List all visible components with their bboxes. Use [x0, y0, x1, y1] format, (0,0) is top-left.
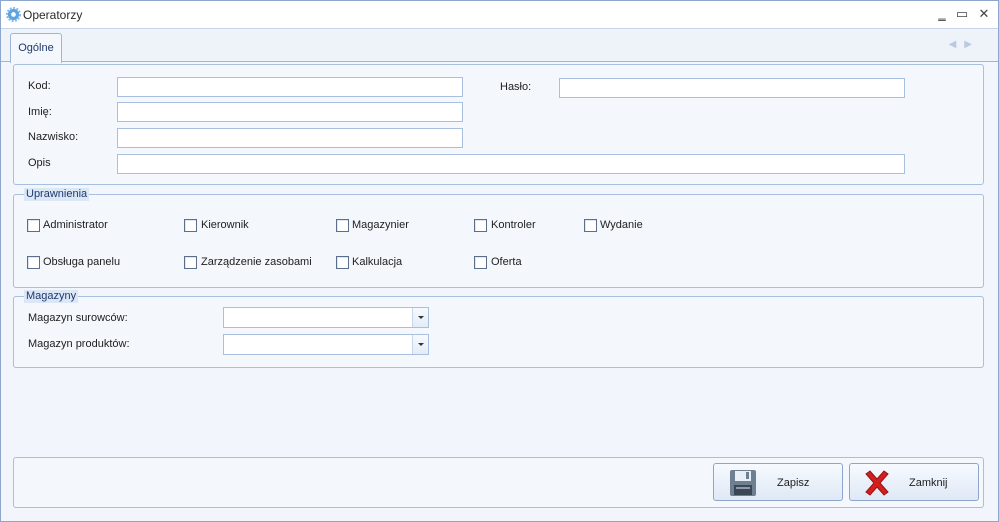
kod-label: Kod: [28, 80, 51, 92]
checkbox-label[interactable]: Magazynier [352, 219, 409, 231]
haslo-label: Hasło: [500, 81, 532, 93]
uprawnienia-caption: Uprawnienia [24, 188, 90, 201]
red-x-icon [865, 470, 889, 496]
checkbox-label[interactable]: Kierownik [201, 219, 249, 231]
checkbox-magazynier[interactable] [336, 219, 349, 232]
chevron-down-icon[interactable] [412, 308, 428, 327]
basic-info-panel: Kod: Hasło: Imię: Nazwisko: Opis [13, 64, 984, 185]
close-label: Zamknij [909, 477, 948, 489]
opis-label: Opis [28, 157, 51, 169]
nazwisko-label: Nazwisko: [28, 131, 79, 143]
checkbox-label[interactable]: Oferta [491, 256, 522, 268]
checkbox-kalkulacja[interactable] [336, 256, 349, 269]
checkbox-administrator[interactable] [27, 219, 40, 232]
checkbox-zarzadzenie-zasobami[interactable] [184, 256, 197, 269]
imie-label: Imię: [28, 106, 52, 118]
checkbox-label[interactable]: Kalkulacja [352, 256, 402, 268]
checkbox-kierownik[interactable] [184, 219, 197, 232]
magazyny-caption: Magazyny [24, 290, 79, 303]
kod-field[interactable] [117, 77, 463, 97]
save-label: Zapisz [777, 477, 810, 489]
magazyn-produktow-select[interactable] [223, 334, 429, 355]
tab-ogolne[interactable]: Ogólne [10, 33, 62, 63]
checkbox-label[interactable]: Administrator [43, 219, 108, 231]
uprawnienia-group: Uprawnienia Administrator Kierownik Maga… [13, 188, 984, 288]
save-button[interactable]: Zapisz [713, 463, 843, 501]
chevron-down-icon[interactable] [412, 335, 428, 354]
imie-field[interactable] [117, 102, 463, 122]
button-panel: Zapisz Zamknij [13, 457, 984, 508]
title-bar[interactable]: Operatorzy ‗ ▭ ✕ [1, 1, 998, 29]
maximize-button[interactable]: ▭ [952, 5, 972, 23]
tab-strip: Ogólne ◀▶ [1, 30, 998, 63]
checkbox-label[interactable]: Wydanie [600, 219, 643, 231]
checkbox-label[interactable]: Zarządzenie zasobami [201, 256, 312, 268]
gear-icon [6, 7, 21, 22]
tab-scroll-arrows[interactable]: ◀▶ [949, 39, 980, 50]
magazyny-group: Magazyny Magazyn surowców: Magazyn produ… [13, 290, 984, 368]
nazwisko-field[interactable] [117, 128, 463, 148]
window-title: Operatorzy [23, 8, 83, 22]
magazyn-produktow-label: Magazyn produktów: [28, 338, 130, 350]
minimize-button[interactable]: ‗ [932, 5, 952, 23]
haslo-field[interactable] [559, 78, 905, 98]
magazyn-surowcow-select[interactable] [223, 307, 429, 328]
close-button[interactable]: Zamknij [849, 463, 979, 501]
checkbox-oferta[interactable] [474, 256, 487, 269]
operatorzy-window: Operatorzy ‗ ▭ ✕ Ogólne ◀▶ Kod: Hasło: I… [0, 0, 999, 522]
floppy-disk-icon [730, 470, 756, 496]
magazyn-surowcow-label: Magazyn surowców: [28, 312, 128, 324]
checkbox-kontroler[interactable] [474, 219, 487, 232]
checkbox-label[interactable]: Kontroler [491, 219, 536, 231]
opis-field[interactable] [117, 154, 905, 174]
close-window-button[interactable]: ✕ [974, 5, 994, 23]
checkbox-obsluga-panelu[interactable] [27, 256, 40, 269]
checkbox-label[interactable]: Obsługa panelu [43, 256, 120, 268]
checkbox-wydanie[interactable] [584, 219, 597, 232]
